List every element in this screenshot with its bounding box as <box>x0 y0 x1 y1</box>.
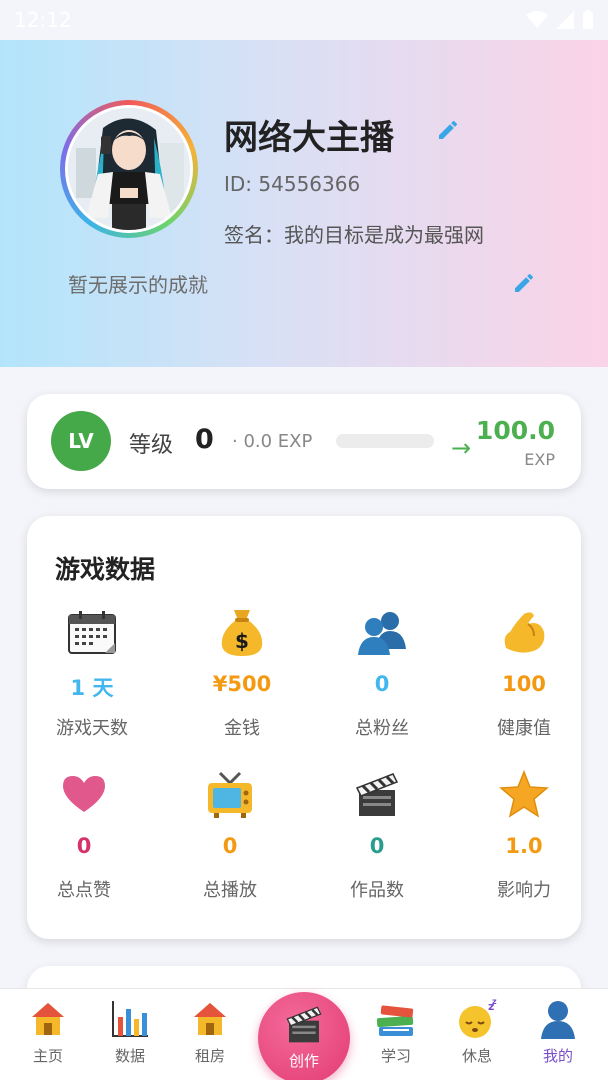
stat-value: ¥500 <box>212 672 272 696</box>
stat-influence[interactable]: 1.0 影响力 <box>459 766 589 902</box>
home-icon <box>32 1003 64 1035</box>
nav-label: 租房 <box>194 1047 225 1065</box>
money-bag-icon: $ <box>221 610 263 656</box>
stat-label: 影响力 <box>497 880 551 901</box>
nav-label: 数据 <box>114 1047 145 1065</box>
books-icon <box>376 1005 414 1036</box>
nav-label: 休息 <box>461 1047 492 1065</box>
nav-item-rest[interactable]: z z 休息 <box>437 997 517 1066</box>
fans-icon <box>358 612 406 655</box>
status-time: 12:12 <box>14 8 72 32</box>
stat-value: 0 <box>374 672 390 696</box>
stat-label: 总点赞 <box>57 880 111 901</box>
create-label: 创作 <box>288 1052 319 1070</box>
avatar-image <box>68 108 190 230</box>
avatar[interactable] <box>60 100 198 238</box>
nav-item-study[interactable]: 学习 <box>356 997 436 1066</box>
current-exp: · 0.0 EXP <box>232 431 313 452</box>
stat-fans[interactable]: 0 总粉丝 <box>317 604 447 740</box>
profile-header: 网络大主播 ID: 54556366 签名：我的目标是成为最强网 暂无展示的成就 <box>0 40 608 367</box>
status-icons <box>526 10 594 30</box>
game-data-title: 游戏数据 <box>55 555 156 584</box>
stat-label: 游戏天数 <box>56 718 128 739</box>
game-data-card: 游戏数据 1 天 游戏天数 $ ¥500 金钱 0 总粉丝 100 健康值 0 … <box>27 516 581 939</box>
target-exp: 100.0 <box>475 416 555 445</box>
stat-game-days[interactable]: 1 天 游戏天数 <box>27 604 157 740</box>
nav-label: 我的 <box>542 1047 573 1065</box>
stat-likes[interactable]: 0 总点赞 <box>19 766 149 902</box>
muscle-icon <box>504 612 545 653</box>
heart-icon <box>63 776 105 812</box>
nav-item-me[interactable]: 我的 <box>518 997 598 1066</box>
create-button[interactable]: 创作 <box>258 992 350 1080</box>
stat-label: 金钱 <box>224 718 260 739</box>
stat-value: 0 <box>369 834 385 858</box>
stat-value: 100 <box>502 672 546 696</box>
stat-value: 1 天 <box>70 676 114 700</box>
nav-item-data[interactable]: 数据 <box>90 997 170 1066</box>
stat-works[interactable]: 0 作品数 <box>312 766 442 902</box>
level-label: 等级 <box>129 433 174 458</box>
svg-text:z: z <box>492 998 497 1006</box>
level-card[interactable]: LV 等级 0 · 0.0 EXP → 100.0 EXP <box>27 394 581 489</box>
arrow-icon: → <box>451 434 472 462</box>
stat-label: 总粉丝 <box>355 718 409 739</box>
edit-achievement-icon[interactable] <box>512 271 536 295</box>
nav-item-rent[interactable]: 租房 <box>170 997 250 1066</box>
bar-chart-icon <box>112 1001 148 1037</box>
stat-money[interactable]: $ ¥500 金钱 <box>177 604 307 740</box>
stat-label: 总播放 <box>203 880 257 901</box>
nickname: 网络大主播 <box>224 118 394 158</box>
nav-label: 主页 <box>32 1047 63 1065</box>
stat-value: 1.0 <box>505 834 543 858</box>
edit-nickname-icon[interactable] <box>436 118 460 142</box>
level-value: 0 <box>195 424 214 455</box>
clapper-icon <box>355 773 399 816</box>
signal-icon <box>556 11 574 29</box>
house-icon <box>194 1003 226 1035</box>
wifi-icon <box>526 11 548 28</box>
nav-label: 学习 <box>380 1047 411 1065</box>
sleep-icon: z z <box>459 998 497 1038</box>
status-bar: 12:12 <box>0 0 608 40</box>
level-badge: LV <box>51 411 111 471</box>
user-id: ID: 54556366 <box>224 172 361 196</box>
exp-progress-bar <box>336 434 434 448</box>
clapper-icon <box>286 1006 322 1043</box>
svg-text:$: $ <box>235 629 249 653</box>
target-exp-unit: EXP <box>524 450 555 469</box>
calendar-icon <box>68 611 116 654</box>
stat-health[interactable]: 100 健康值 <box>459 604 589 740</box>
stat-value: 0 <box>222 834 238 858</box>
tv-icon <box>208 771 252 818</box>
achievement-text: 暂无展示的成就 <box>68 273 208 297</box>
stat-value: 0 <box>76 834 92 858</box>
stat-plays[interactable]: 0 总播放 <box>165 766 295 902</box>
battery-icon <box>583 10 593 29</box>
signature: 签名：我的目标是成为最强网 <box>224 223 484 247</box>
stat-label: 健康值 <box>497 718 551 739</box>
user-icon <box>541 1001 575 1039</box>
nav-item-home[interactable]: 主页 <box>8 997 88 1066</box>
star-icon <box>499 770 549 818</box>
stat-label: 作品数 <box>350 880 404 901</box>
